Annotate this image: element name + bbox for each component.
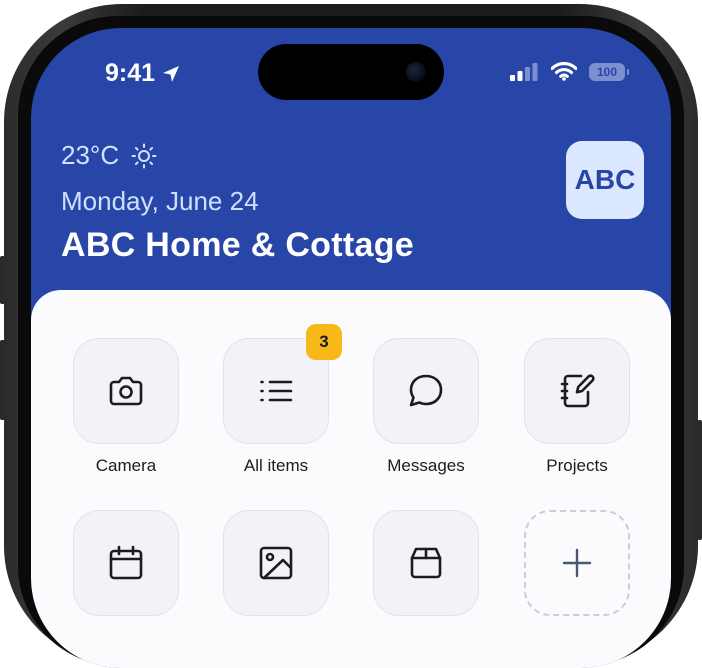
badge-count: 3 [319, 332, 329, 351]
status-icons: 100 [509, 62, 629, 81]
messages-tile[interactable] [373, 338, 479, 444]
side-button-right [697, 420, 702, 540]
camera-label: Camera [95, 456, 157, 475]
calendar-icon [106, 543, 146, 583]
list-icon [256, 371, 296, 411]
status-time-text: 9:41 [105, 59, 156, 87]
front-camera [406, 62, 426, 82]
side-button-left [0, 256, 5, 304]
store-name: ABC Home & Cottage [61, 226, 414, 264]
box-icon [406, 543, 446, 583]
notification-badge: 3 [306, 324, 342, 360]
wifi-icon [551, 62, 577, 81]
home-content-sheet: Camera 3 All items Messages Projects [31, 290, 671, 668]
messages-label: Messages [387, 456, 465, 475]
camera-icon [106, 371, 146, 411]
cellular-signal-icon [509, 62, 539, 81]
notebook-pen-icon [557, 371, 597, 411]
status-time: 9:41 [105, 59, 181, 88]
temperature: 23°C [61, 140, 120, 170]
weather: 23°C [61, 140, 157, 171]
date-label: Monday, June 24 [61, 186, 259, 216]
battery-icon: 100 [589, 62, 629, 81]
all-items-label: All items [243, 456, 309, 475]
packages-tile[interactable] [373, 510, 479, 616]
projects-label: Projects [546, 456, 608, 475]
chat-bubble-icon [406, 371, 446, 411]
gallery-tile[interactable] [223, 510, 329, 616]
calendar-tile[interactable] [73, 510, 179, 616]
sun-icon [131, 143, 157, 169]
add-shortcut-tile[interactable] [524, 510, 630, 616]
camera-tile[interactable] [73, 338, 179, 444]
projects-tile[interactable] [524, 338, 630, 444]
logo-text: ABC [574, 164, 636, 195]
location-arrow-icon [161, 64, 181, 84]
image-icon [256, 543, 296, 583]
phone-screen: 9:41 100 23°C Monday, June 24 ABC Home &… [31, 28, 671, 668]
battery-level: 100 [596, 64, 618, 79]
side-button-left-lower [0, 340, 5, 420]
store-logo-button[interactable]: ABC [566, 141, 644, 219]
dynamic-island [258, 44, 444, 100]
plus-icon [560, 546, 594, 580]
